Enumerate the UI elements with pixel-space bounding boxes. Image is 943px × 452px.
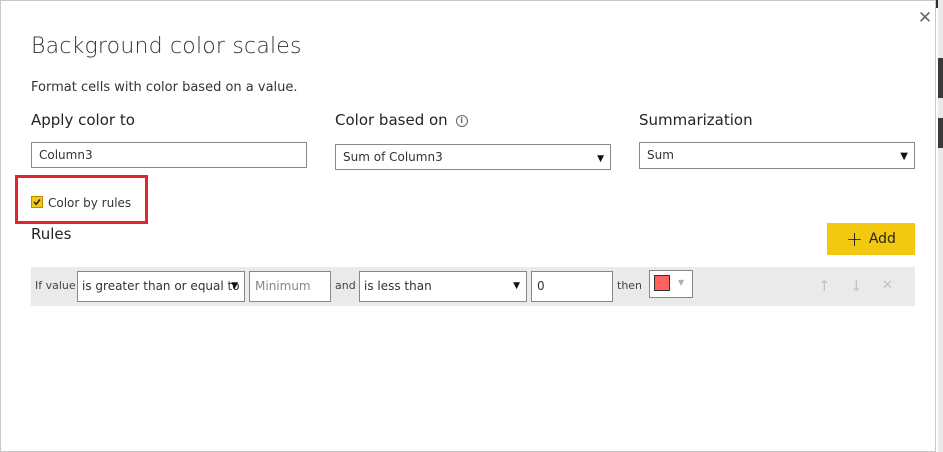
color-based-on-value: Sum of Column3 bbox=[343, 150, 443, 164]
color-by-rules-label[interactable]: Color by rules bbox=[48, 196, 131, 210]
minimum-placeholder: Minimum bbox=[255, 279, 311, 293]
operator2-value: is less than bbox=[364, 279, 432, 293]
close-icon[interactable]: ✕ bbox=[917, 10, 933, 27]
info-icon[interactable]: i bbox=[455, 115, 468, 127]
chevron-down-icon: ▼ bbox=[513, 281, 520, 291]
color-picker[interactable]: ▼ bbox=[649, 270, 693, 298]
apply-color-to-label: Apply color to bbox=[31, 111, 135, 129]
chevron-down-icon: ▼ bbox=[900, 151, 908, 162]
operator2-dropdown[interactable]: is less than ▼ bbox=[359, 271, 527, 302]
maximum-input[interactable]: 0 bbox=[531, 271, 613, 302]
summarization-dropdown[interactable]: Sum ▼ bbox=[639, 142, 915, 169]
dialog-description: Format cells with color based on a value… bbox=[31, 80, 298, 95]
chevron-down-icon: ▼ bbox=[231, 281, 238, 291]
maximum-value: 0 bbox=[537, 279, 545, 293]
rules-heading: Rules bbox=[31, 225, 72, 243]
apply-color-to-value: Column3 bbox=[39, 148, 93, 162]
move-down-icon[interactable]: ↓ bbox=[850, 277, 863, 295]
chevron-down-icon: ▼ bbox=[678, 278, 685, 287]
color-by-rules-checkbox[interactable] bbox=[31, 196, 43, 208]
dialog-title: Background color scales bbox=[31, 34, 302, 59]
chevron-down-icon: ▼ bbox=[597, 154, 604, 164]
if-value-label: If value bbox=[35, 279, 76, 292]
plus-icon: + bbox=[846, 227, 863, 251]
add-rule-button[interactable]: + Add bbox=[827, 223, 915, 255]
background-app-edge bbox=[938, 0, 943, 452]
apply-color-to-field[interactable]: Column3 bbox=[31, 142, 307, 168]
rule-row: If value is greater than or equal to ▼ M… bbox=[31, 267, 915, 306]
summarization-label: Summarization bbox=[639, 111, 753, 129]
color-based-on-label: Color based on i bbox=[335, 111, 468, 129]
color-swatch bbox=[654, 275, 670, 291]
summarization-value: Sum bbox=[647, 148, 674, 162]
color-based-on-label-text: Color based on bbox=[335, 111, 448, 129]
operator1-value: is greater than or equal to bbox=[82, 279, 240, 293]
background-color-scales-dialog: ✕ Background color scales Format cells w… bbox=[0, 0, 936, 452]
move-up-icon[interactable]: ↑ bbox=[818, 277, 831, 295]
check-icon bbox=[33, 199, 41, 206]
then-label: then bbox=[617, 279, 643, 292]
operator1-dropdown[interactable]: is greater than or equal to ▼ bbox=[77, 271, 245, 302]
and-label: and bbox=[335, 279, 356, 292]
add-rule-label: Add bbox=[868, 231, 896, 247]
color-based-on-dropdown[interactable]: Sum of Column3 ▼ bbox=[335, 144, 611, 170]
minimum-input[interactable]: Minimum bbox=[249, 271, 331, 302]
delete-rule-icon[interactable]: ✕ bbox=[882, 278, 893, 293]
